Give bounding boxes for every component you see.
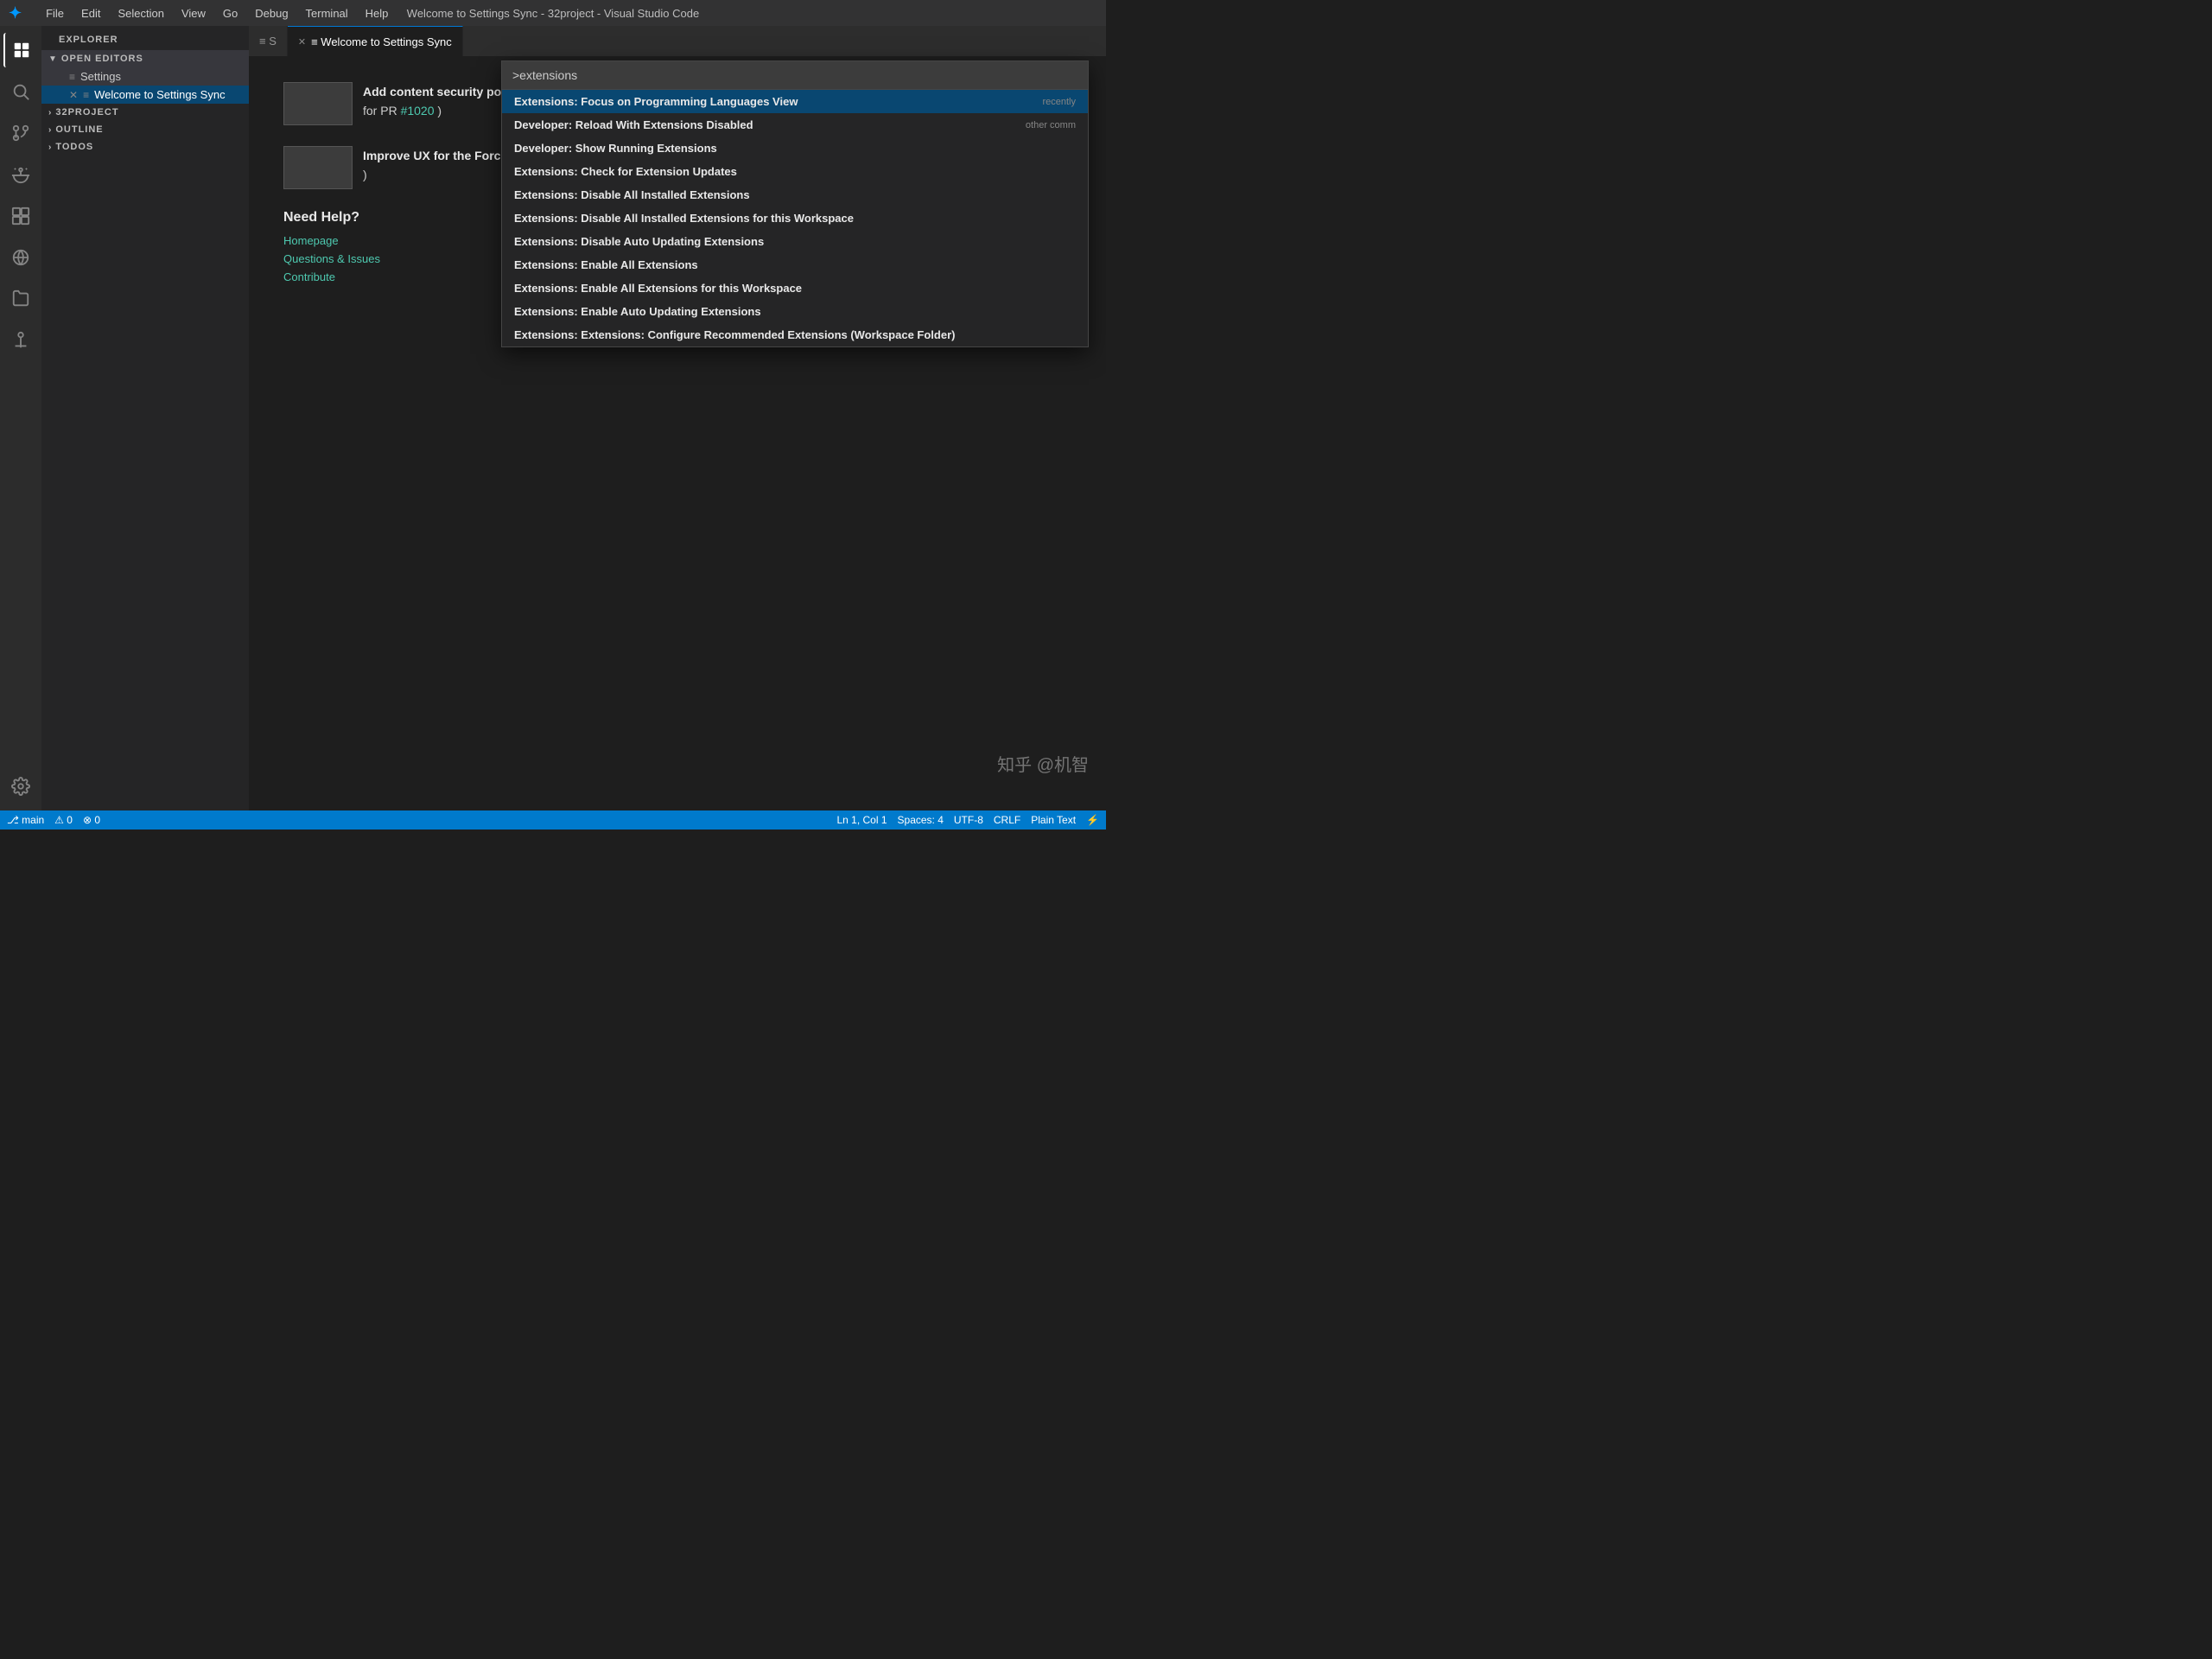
content-thumbnail-2	[283, 146, 353, 189]
activity-settings[interactable]	[3, 769, 38, 804]
command-item-label: Extensions: Check for Extension Updates	[514, 165, 737, 178]
pr-1020-link[interactable]: #1020	[401, 104, 435, 118]
command-item-show-running[interactable]: Developer: Show Running Extensions	[502, 137, 1088, 160]
command-item-reload-disabled[interactable]: Developer: Reload With Extensions Disabl…	[502, 113, 1088, 137]
command-item-label: Developer: Reload With Extensions Disabl…	[514, 118, 753, 131]
tab-welcome[interactable]: ✕ ≡ Welcome to Settings Sync	[288, 26, 463, 56]
status-spaces: Spaces: 4	[898, 814, 944, 826]
command-item-label: Extensions: Extensions: Configure Recomm…	[514, 328, 955, 341]
status-encoding: UTF-8	[954, 814, 983, 826]
tab-label: ≡ Welcome to Settings Sync	[311, 35, 452, 48]
command-item-label: Extensions: Disable All Installed Extens…	[514, 188, 750, 201]
activity-explorer[interactable]	[3, 33, 38, 67]
titlebar: ✦ File Edit Selection View Go Debug Term…	[0, 0, 1106, 26]
close-icon[interactable]: ✕	[69, 89, 78, 101]
command-item-label: Developer: Show Running Extensions	[514, 142, 717, 155]
command-item-enable-all-workspace[interactable]: Extensions: Enable All Extensions for th…	[502, 276, 1088, 300]
command-item-label: Extensions: Disable All Installed Extens…	[514, 212, 854, 225]
activity-git-tree[interactable]	[3, 323, 38, 358]
tab-label: ≡ S	[259, 35, 276, 48]
sidebar-item-todos[interactable]: › TODOS	[41, 138, 249, 156]
status-notification[interactable]: ⚡	[1086, 814, 1099, 826]
file-icon: ≡	[69, 71, 75, 83]
tabs-bar: ≡ S ✕ ≡ Welcome to Settings Sync	[249, 26, 1106, 56]
command-item-label: Extensions: Enable All Extensions	[514, 258, 698, 271]
chevron-down-icon: ▼	[48, 54, 58, 64]
activity-bar	[0, 26, 41, 810]
content-thumbnail-1	[283, 82, 353, 125]
sidebar-item-outline[interactable]: › OUTLINE	[41, 121, 249, 138]
command-item-label: Extensions: Enable All Extensions for th…	[514, 282, 802, 295]
menu-selection[interactable]: Selection	[111, 5, 170, 22]
chevron-right-icon: ›	[48, 143, 52, 152]
activity-debug[interactable]	[3, 157, 38, 192]
file-icon: ≡	[83, 89, 89, 101]
editor-item-settings[interactable]: ≡ Settings	[41, 67, 249, 86]
activity-extensions[interactable]	[3, 199, 38, 233]
status-warnings: ⚠ 0	[54, 814, 73, 826]
activity-file-manager[interactable]	[3, 282, 38, 316]
command-item-meta: other comm	[1026, 120, 1076, 130]
activity-search[interactable]	[3, 74, 38, 109]
menu-file[interactable]: File	[39, 5, 71, 22]
command-item-label: Extensions: Focus on Programming Languag…	[514, 95, 798, 108]
command-item-label: Extensions: Disable Auto Updating Extens…	[514, 235, 764, 248]
command-results: Extensions: Focus on Programming Languag…	[502, 90, 1088, 346]
window-title: Welcome to Settings Sync - 32project - V…	[407, 7, 699, 20]
command-item-disable-all[interactable]: Extensions: Disable All Installed Extens…	[502, 183, 1088, 207]
command-palette-input[interactable]	[502, 61, 1088, 90]
command-item-disable-auto-update[interactable]: Extensions: Disable Auto Updating Extens…	[502, 230, 1088, 253]
menu-view[interactable]: View	[175, 5, 213, 22]
vscode-logo: ✦	[9, 4, 22, 22]
open-editors-section: ▼ OPEN EDITORS ≡ Settings ✕ ≡ Welcome to…	[41, 50, 249, 104]
menu-edit[interactable]: Edit	[74, 5, 107, 22]
sidebar-header: EXPLORER	[41, 26, 249, 50]
command-item-label: Extensions: Enable Auto Updating Extensi…	[514, 305, 761, 318]
sidebar-item-32project[interactable]: › 32PROJECT	[41, 104, 249, 121]
command-item-enable-all[interactable]: Extensions: Enable All Extensions	[502, 253, 1088, 276]
status-bar: ⎇ main ⚠ 0 ⊗ 0 Ln 1, Col 1 Spaces: 4 UTF…	[0, 810, 1106, 830]
command-item-configure-recommended[interactable]: Extensions: Extensions: Configure Recomm…	[502, 323, 1088, 346]
editor-area: ≡ S ✕ ≡ Welcome to Settings Sync Extensi…	[249, 26, 1106, 810]
command-palette: Extensions: Focus on Programming Languag…	[501, 60, 1089, 347]
command-item-check-updates[interactable]: Extensions: Check for Extension Updates	[502, 160, 1088, 183]
chevron-right-icon: ›	[48, 125, 52, 135]
status-line-ending: CRLF	[994, 814, 1020, 826]
tab-close-icon[interactable]: ✕	[298, 36, 306, 48]
menu-debug[interactable]: Debug	[248, 5, 295, 22]
editor-item-welcome[interactable]: ✕ ≡ Welcome to Settings Sync	[41, 86, 249, 104]
menu-terminal[interactable]: Terminal	[299, 5, 355, 22]
sidebar: EXPLORER ▼ OPEN EDITORS ≡ Settings ✕ ≡ W…	[41, 26, 249, 810]
watermark: 知乎 @机智	[997, 751, 1089, 776]
status-errors: ⊗ 0	[83, 814, 100, 826]
command-item-disable-all-workspace[interactable]: Extensions: Disable All Installed Extens…	[502, 207, 1088, 230]
status-branch[interactable]: ⎇ main	[7, 814, 44, 826]
command-item-enable-auto-update[interactable]: Extensions: Enable Auto Updating Extensi…	[502, 300, 1088, 323]
status-language: Plain Text	[1031, 814, 1076, 826]
activity-remote[interactable]	[3, 240, 38, 275]
command-item-focus-languages[interactable]: Extensions: Focus on Programming Languag…	[502, 90, 1088, 113]
status-position: Ln 1, Col 1	[836, 814, 887, 826]
tab-settings[interactable]: ≡ S	[249, 26, 288, 56]
open-editors-header[interactable]: ▼ OPEN EDITORS	[41, 50, 249, 67]
chevron-right-icon: ›	[48, 108, 52, 118]
main-layout: EXPLORER ▼ OPEN EDITORS ≡ Settings ✕ ≡ W…	[0, 26, 1106, 810]
command-item-meta: recently	[1042, 97, 1076, 107]
menu-go[interactable]: Go	[216, 5, 245, 22]
menu-help[interactable]: Help	[359, 5, 396, 22]
activity-source-control[interactable]	[3, 116, 38, 150]
menu-bar: File Edit Selection View Go Debug Termin…	[39, 5, 395, 22]
